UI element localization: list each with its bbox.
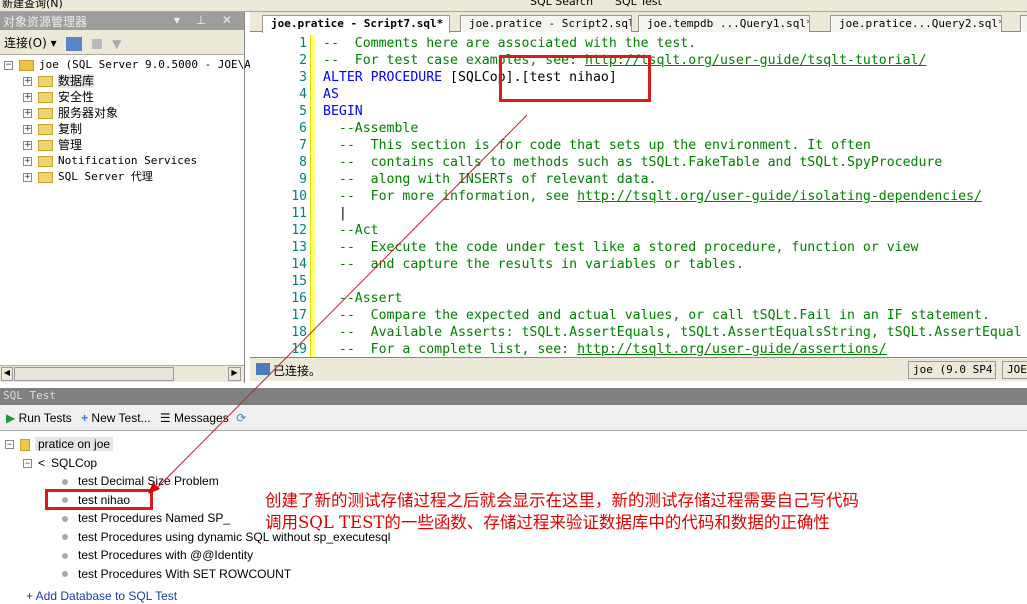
annotation-line-1: 创建了新的测试存储过程之后就会显示在这里，新的测试存储过程需要自己写代码 bbox=[265, 491, 859, 510]
annotation-line-2: 调用SQL TEST的一些函数、存储过程来验证数据库中的代码和数据的正确性 bbox=[265, 513, 830, 532]
